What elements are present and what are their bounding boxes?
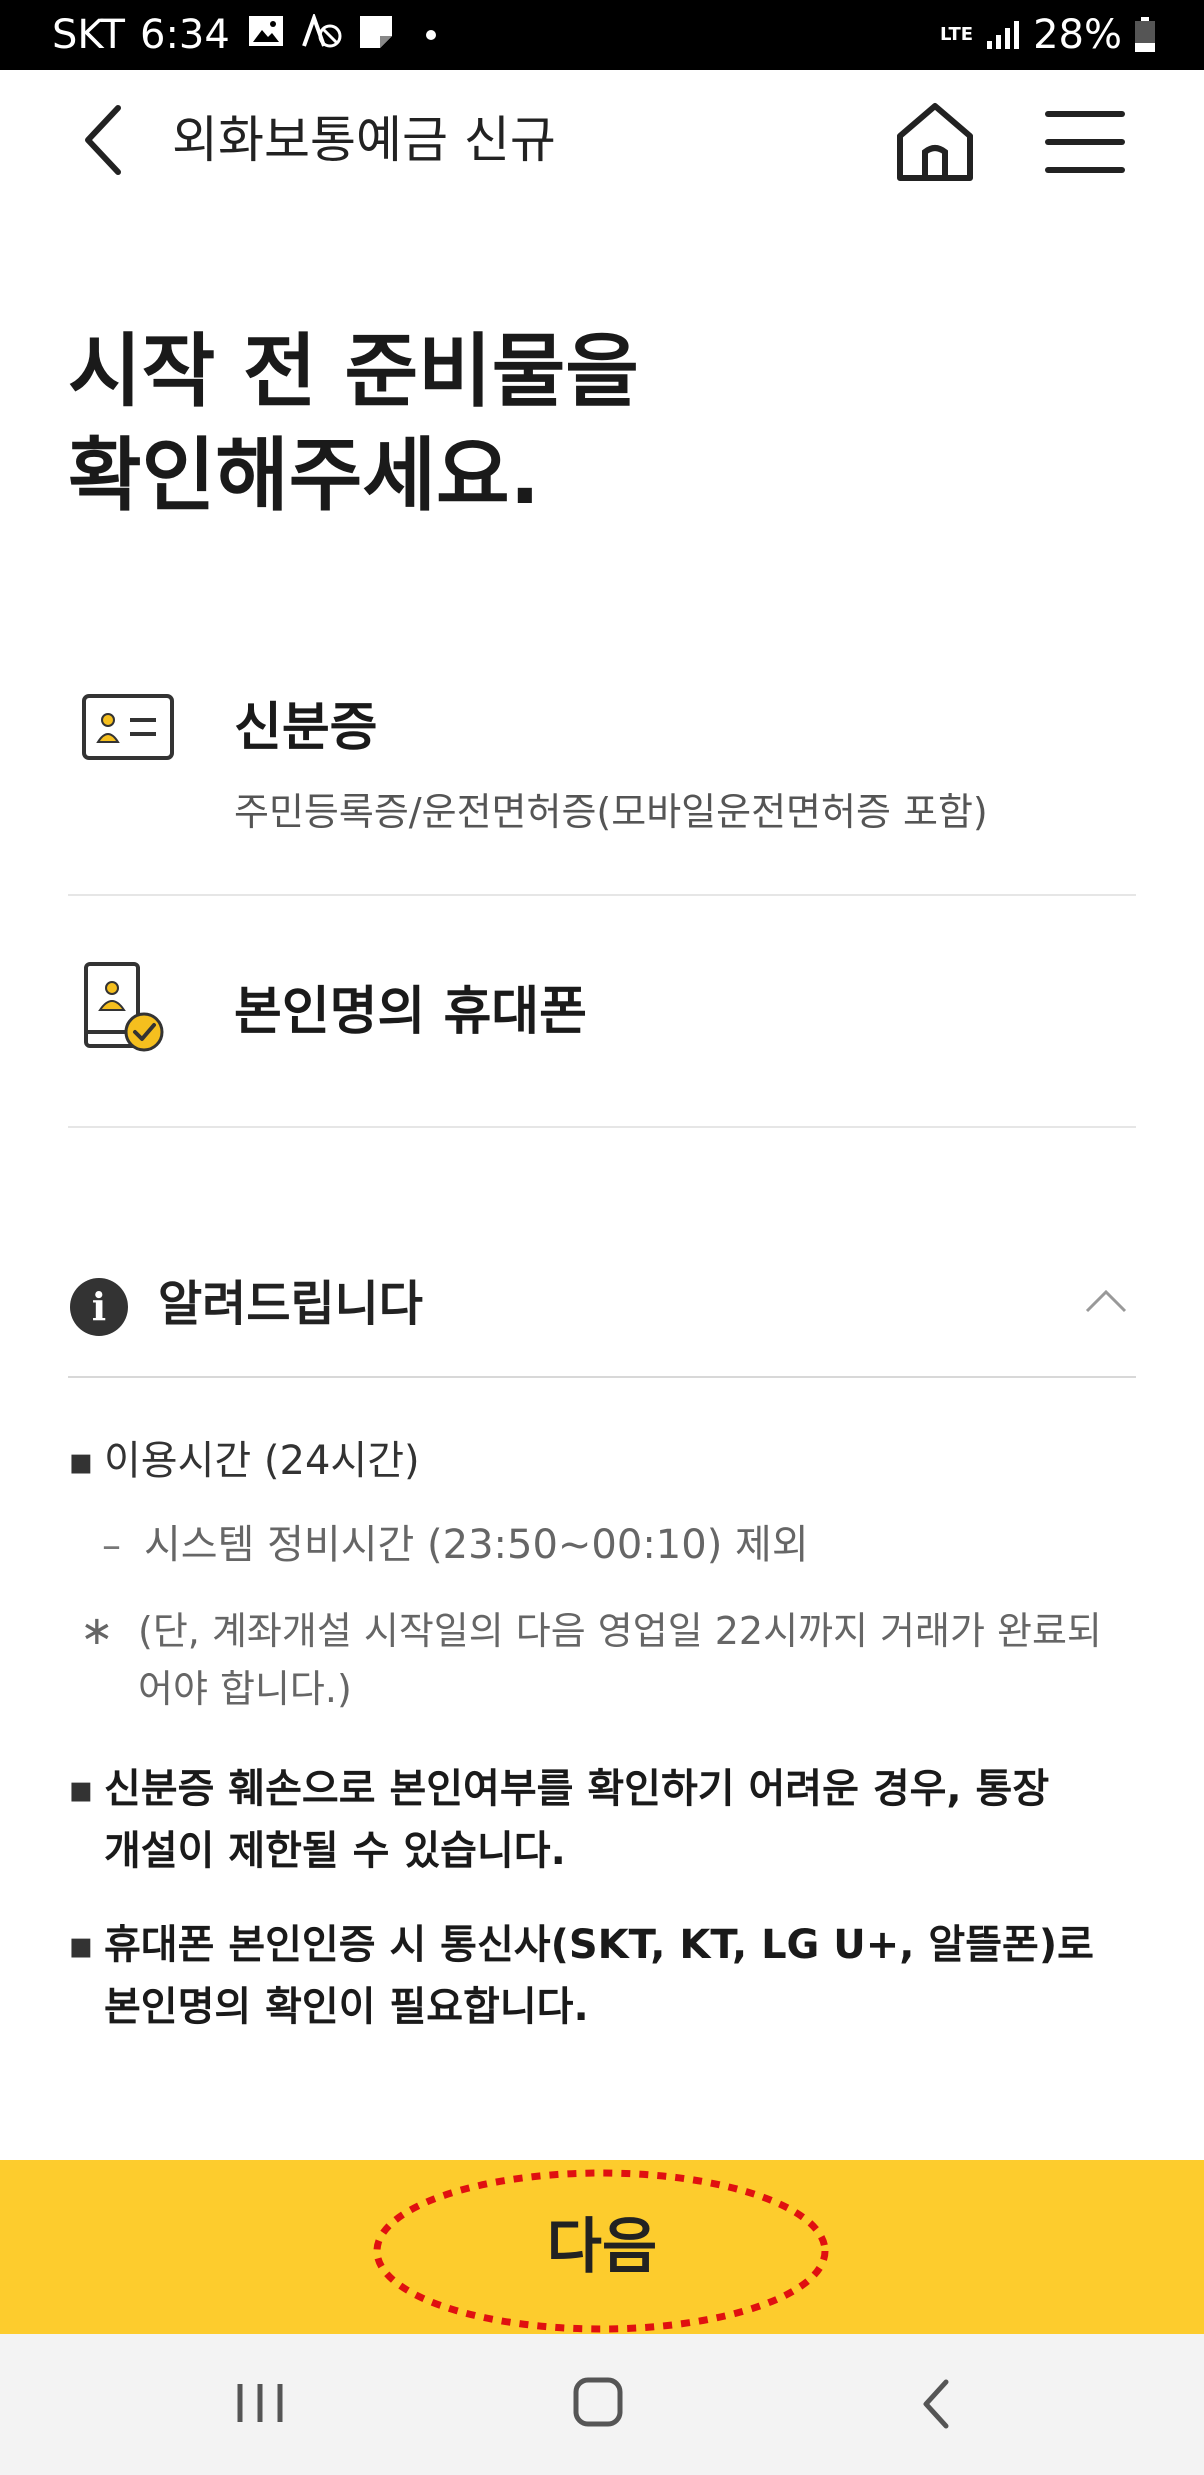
info-icon: i	[70, 1278, 128, 1336]
carrier-label: SKT	[52, 12, 125, 58]
more-notifications-dot	[426, 30, 436, 40]
item-title: 신분증	[234, 698, 378, 758]
notice-note-line-1: (단, 계좌개설 시작일의 다음 영업일 22시까지 거래가 완료되	[138, 1609, 1102, 1653]
status-bar: SKT 6:34 LTE 28%	[0, 0, 1204, 70]
recent-apps-icon	[237, 2384, 283, 2422]
asterisk-icon: ∗	[80, 1608, 114, 1654]
id-card-icon	[82, 694, 174, 760]
item-description: 주민등록증/운전면허증(모바일운전면허증 포함)	[234, 790, 988, 834]
divider	[68, 1126, 1136, 1128]
notice-note-line-2: 어야 합니다.)	[138, 1667, 352, 1711]
notice-usage-time: 이용시간 (24시간)	[104, 1438, 420, 1484]
requirement-id-card: 신분증 주민등록증/운전면허증(모바일운전면허증 포함)	[68, 680, 1136, 880]
recent-apps-button[interactable]	[220, 2374, 300, 2434]
bullet-icon: ▪	[68, 1767, 94, 1811]
notice-title: 알려드립니다	[158, 1276, 423, 1332]
heading-line-2: 확인해주세요.	[68, 429, 540, 522]
home-button[interactable]	[890, 96, 980, 186]
signal-icon	[987, 21, 1020, 49]
dash-icon: –	[102, 1523, 121, 1567]
notice-phone-auth-line-1: 휴대폰 본인인증 시 통신사(SKT, KT, LG U+, 알뜰폰)로	[104, 1922, 1094, 1968]
requirement-phone: 본인명의 휴대폰	[68, 960, 1136, 1100]
back-button[interactable]	[70, 102, 140, 178]
notice-id-damage-line-2: 개설이 제한될 수 있습니다.	[104, 1828, 566, 1874]
status-right: LTE 28%	[940, 10, 1156, 60]
notice-phone-auth-line-2: 본인명의 확인이 필요합니다.	[104, 1984, 589, 2030]
back-nav-button[interactable]	[896, 2374, 976, 2434]
battery-icon	[1135, 17, 1155, 52]
notice-phone-auth: 휴대폰 본인인증 시 통신사(SKT, KT, LG U+, 알뜰폰)로 본인명…	[104, 1914, 1144, 2038]
lte-indicator: LTE	[940, 24, 974, 45]
menu-button[interactable]	[1040, 100, 1130, 184]
next-button[interactable]: 다음	[0, 2160, 1204, 2334]
blocked-notification-icon	[302, 14, 342, 48]
bullet-icon: ▪	[68, 1923, 94, 1967]
bullet-icon: ▪	[68, 1439, 94, 1483]
next-button-label: 다음	[546, 2212, 658, 2282]
chevron-up-icon	[1085, 1289, 1127, 1313]
home-nav-icon	[573, 2377, 623, 2427]
home-nav-button[interactable]	[558, 2374, 638, 2434]
notice-toggle[interactable]: i 알려드립니다	[68, 1260, 1136, 1350]
notice-note: (단, 계좌개설 시작일의 다음 영업일 22시까지 거래가 완료되 어야 합니…	[138, 1602, 1148, 1718]
note-notification-icon	[360, 16, 392, 48]
divider	[68, 1376, 1136, 1378]
home-icon	[897, 103, 973, 181]
notice-maintenance: 시스템 정비시간 (23:50~00:10) 제외	[144, 1522, 809, 1568]
clock: 6:34	[140, 12, 230, 58]
back-icon	[85, 105, 121, 175]
hamburger-menu-icon	[1045, 111, 1125, 173]
battery-percent: 28%	[1033, 12, 1122, 58]
main-heading: 시작 전 준비물을 확인해주세요.	[68, 320, 1128, 528]
back-nav-icon	[923, 2379, 949, 2429]
system-nav-bar	[0, 2334, 1204, 2475]
app-bar: 외화보통예금 신규	[0, 70, 1204, 210]
notice-id-damage: 신분증 훼손으로 본인여부를 확인하기 어려운 경우, 통장 개설이 제한될 수…	[104, 1758, 1144, 1882]
heading-line-1: 시작 전 준비물을	[68, 325, 639, 418]
page-title: 외화보통예금 신규	[172, 111, 556, 169]
gallery-notification-icon	[249, 16, 283, 46]
item-title: 본인명의 휴대폰	[234, 982, 587, 1042]
phone-verified-icon	[84, 962, 164, 1052]
notice-id-damage-line-1: 신분증 훼손으로 본인여부를 확인하기 어려운 경우, 통장	[104, 1766, 1050, 1812]
divider	[68, 894, 1136, 896]
